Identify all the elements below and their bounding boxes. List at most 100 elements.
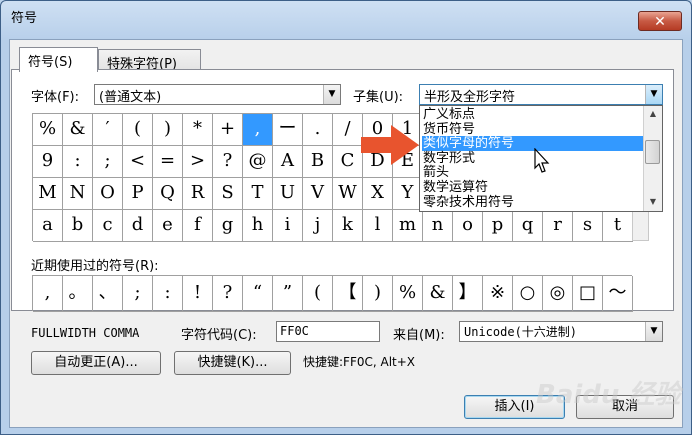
subset-option[interactable]: 货币符号: [422, 122, 643, 137]
recent-symbol-cell[interactable]: ”: [273, 276, 303, 312]
symbol-cell[interactable]: ;: [93, 146, 123, 178]
tab-special-characters[interactable]: 特殊字符(P): [98, 49, 201, 72]
symbol-cell[interactable]: ?: [213, 146, 243, 178]
chevron-down-icon[interactable]: ▼: [323, 85, 340, 104]
symbol-cell[interactable]: R: [183, 178, 213, 210]
symbol-cell[interactable]: .: [303, 114, 333, 146]
character-name: FULLWIDTH COMMA: [31, 326, 140, 340]
symbol-cell[interactable]: ,: [243, 114, 273, 146]
symbol-cell[interactable]: &: [63, 114, 93, 146]
symbol-cell[interactable]: ): [153, 114, 183, 146]
symbol-cell[interactable]: q: [513, 210, 543, 242]
subset-option[interactable]: 广义标点: [422, 107, 643, 122]
recent-symbol-cell[interactable]: %: [393, 276, 423, 312]
shortcut-key-button[interactable]: 快捷键(K)...: [174, 351, 291, 375]
symbol-cell[interactable]: p: [483, 210, 513, 242]
tab-symbols[interactable]: 符号(S): [19, 47, 98, 72]
symbol-cell[interactable]: Q: [153, 178, 183, 210]
recent-symbol-cell[interactable]: ,: [33, 276, 63, 312]
recent-symbol-cell[interactable]: 。: [63, 276, 93, 312]
recent-symbol-cell[interactable]: !: [183, 276, 213, 312]
symbol-cell[interactable]: %: [33, 114, 63, 146]
symbol-cell[interactable]: c: [93, 210, 123, 242]
recent-symbol-cell[interactable]: 、: [93, 276, 123, 312]
symbol-cell[interactable]: m: [393, 210, 423, 242]
subset-option[interactable]: 类似字母的符号: [422, 136, 643, 152]
symbol-cell[interactable]: t: [603, 210, 633, 242]
symbol-cell[interactable]: N: [63, 178, 93, 210]
symbol-cell[interactable]: (: [123, 114, 153, 146]
recent-symbol-cell[interactable]: ;: [123, 276, 153, 312]
symbol-cell[interactable]: *: [183, 114, 213, 146]
recent-symbol-cell[interactable]: 】: [453, 276, 483, 312]
recent-symbol-cell[interactable]: ～: [603, 276, 633, 312]
symbol-cell[interactable]: g: [213, 210, 243, 242]
dropdown-scrollbar[interactable]: ▲ ▼: [643, 106, 662, 211]
symbol-cell[interactable]: ′: [93, 114, 123, 146]
symbol-cell[interactable]: e: [153, 210, 183, 242]
symbol-cell[interactable]: j: [303, 210, 333, 242]
title-bar[interactable]: 符号 ✕: [1, 1, 691, 31]
symbol-cell[interactable]: s: [573, 210, 603, 242]
recent-symbol-cell[interactable]: 【: [333, 276, 363, 312]
symbol-cell[interactable]: k: [333, 210, 363, 242]
symbol-cell[interactable]: =: [153, 146, 183, 178]
chevron-down-icon[interactable]: ▼: [645, 85, 662, 104]
scroll-up-icon[interactable]: ▲: [645, 106, 661, 122]
symbol-cell[interactable]: /: [333, 114, 363, 146]
scroll-down-icon[interactable]: ▼: [645, 194, 661, 210]
symbol-cell[interactable]: B: [303, 146, 333, 178]
symbol-cell[interactable]: +: [213, 114, 243, 146]
recent-symbol-cell[interactable]: (: [303, 276, 333, 312]
symbol-cell[interactable]: ー: [273, 114, 303, 146]
symbol-cell[interactable]: X: [363, 178, 393, 210]
from-combobox[interactable]: Unicode(十六进制) ▼: [459, 321, 663, 342]
symbol-cell[interactable]: a: [33, 210, 63, 242]
symbol-cell[interactable]: l: [363, 210, 393, 242]
subset-option[interactable]: 零杂技术用符号: [422, 195, 643, 210]
symbol-cell[interactable]: M: [33, 178, 63, 210]
recent-symbol-cell[interactable]: ): [363, 276, 393, 312]
symbol-cell[interactable]: n: [423, 210, 453, 242]
symbol-cell[interactable]: f: [183, 210, 213, 242]
recent-symbol-cell[interactable]: □: [573, 276, 603, 312]
subset-combobox[interactable]: 半形及全形字符 ▼: [419, 84, 663, 105]
chevron-down-icon[interactable]: ▼: [645, 322, 662, 341]
symbol-cell[interactable]: r: [543, 210, 573, 242]
recent-symbol-cell[interactable]: :: [153, 276, 183, 312]
symbol-cell[interactable]: W: [333, 178, 363, 210]
symbol-cell[interactable]: o: [453, 210, 483, 242]
symbol-cell[interactable]: b: [63, 210, 93, 242]
char-code-label: 字符代码(C):: [181, 328, 257, 343]
symbol-cell[interactable]: >: [183, 146, 213, 178]
close-button[interactable]: ✕: [638, 11, 682, 31]
symbol-cell[interactable]: @: [243, 146, 273, 178]
symbol-cell[interactable]: i: [273, 210, 303, 242]
symbol-cell[interactable]: d: [123, 210, 153, 242]
recent-symbol-cell[interactable]: “: [243, 276, 273, 312]
symbol-cell[interactable]: A: [273, 146, 303, 178]
font-combobox[interactable]: (普通文本) ▼: [94, 84, 341, 105]
subset-option[interactable]: 箭头: [422, 165, 643, 180]
subset-option[interactable]: 数学运算符: [422, 180, 643, 195]
recent-symbol-cell[interactable]: ※: [483, 276, 513, 312]
symbol-cell[interactable]: C: [333, 146, 363, 178]
symbol-cell[interactable]: P: [123, 178, 153, 210]
recent-symbol-cell[interactable]: &: [423, 276, 453, 312]
symbol-cell[interactable]: 9: [33, 146, 63, 178]
char-code-input[interactable]: FF0C: [276, 321, 380, 342]
recent-symbol-cell[interactable]: ◎: [543, 276, 573, 312]
autocorrect-button[interactable]: 自动更正(A)...: [31, 351, 161, 375]
symbol-cell[interactable]: S: [213, 178, 243, 210]
symbol-cell[interactable]: T: [243, 178, 273, 210]
symbol-cell[interactable]: V: [303, 178, 333, 210]
recent-symbol-cell[interactable]: ?: [213, 276, 243, 312]
recent-symbol-cell[interactable]: ○: [513, 276, 543, 312]
symbol-cell[interactable]: <: [123, 146, 153, 178]
symbol-cell[interactable]: O: [93, 178, 123, 210]
symbol-cell[interactable]: U: [273, 178, 303, 210]
symbol-cell[interactable]: :: [63, 146, 93, 178]
scroll-thumb[interactable]: [645, 140, 660, 164]
symbol-cell[interactable]: h: [243, 210, 273, 242]
subset-option[interactable]: 数字形式: [422, 151, 643, 166]
